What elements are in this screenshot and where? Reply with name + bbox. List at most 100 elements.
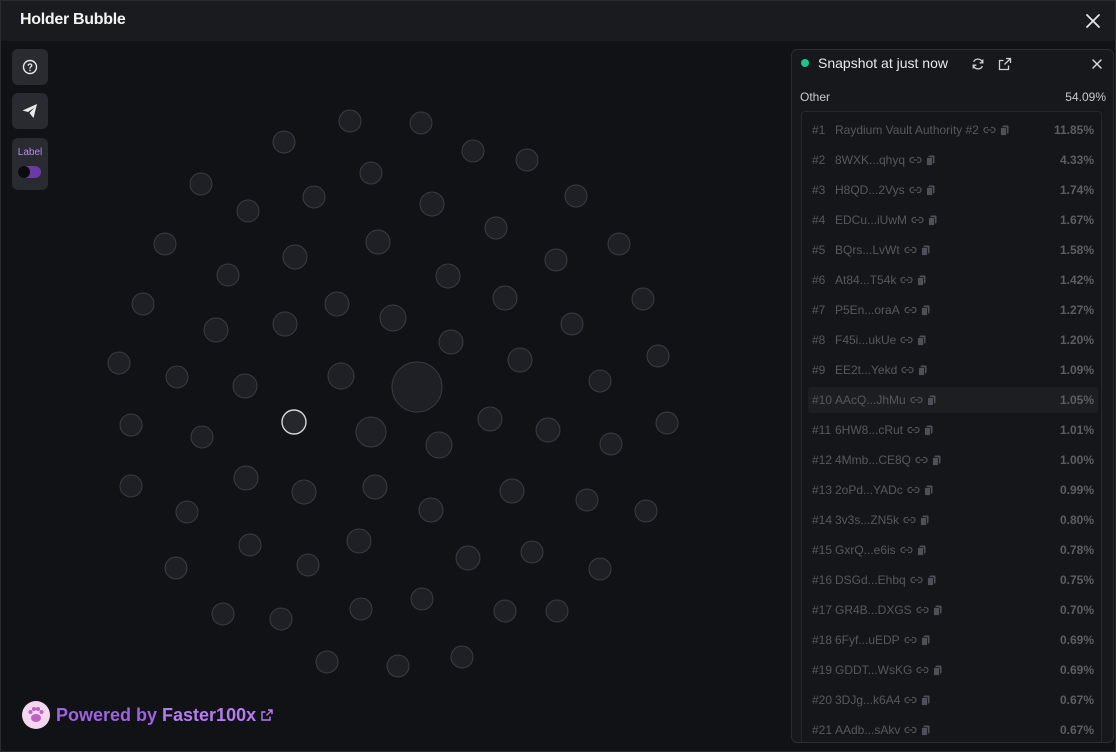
copy-icon[interactable] [932, 455, 941, 466]
copy-icon[interactable] [916, 545, 926, 556]
holder-bubble[interactable] [438, 329, 464, 355]
holder-bubble[interactable] [455, 545, 481, 571]
holder-bubble[interactable] [575, 488, 599, 512]
holder-bubble[interactable] [365, 229, 391, 255]
copy-icon[interactable] [932, 605, 942, 616]
copy-icon[interactable] [917, 275, 926, 286]
link-icon[interactable] [916, 665, 929, 675]
holder-bubble[interactable] [515, 148, 539, 172]
holder-row[interactable]: #20 3DJg...k6A4 0.67% [808, 687, 1098, 713]
holder-bubble[interactable] [281, 409, 307, 435]
holder-bubble[interactable] [493, 599, 517, 623]
holder-bubble[interactable] [302, 185, 326, 209]
copy-icon[interactable] [926, 575, 936, 586]
holder-bubble[interactable] [418, 497, 444, 523]
holder-row[interactable]: #16 DSGd...Ehbq 0.75% [808, 567, 1098, 593]
copy-icon[interactable] [933, 665, 942, 676]
holder-bubble[interactable] [646, 344, 670, 368]
holder-bubble[interactable] [119, 474, 143, 498]
holder-bubble[interactable] [410, 587, 434, 611]
copy-icon[interactable] [920, 305, 930, 316]
holder-bubble[interactable] [164, 556, 188, 580]
holder-bubble[interactable] [272, 130, 296, 154]
holder-bubble[interactable] [450, 645, 474, 669]
holder-bubble[interactable] [107, 351, 131, 375]
panel-close-icon[interactable] [1089, 56, 1105, 72]
holder-bubble[interactable] [203, 317, 229, 343]
holder-bubble[interactable] [359, 161, 383, 185]
holder-row[interactable]: #18 6Fyf...uEDP 0.69% [808, 627, 1098, 653]
holder-row[interactable]: #2 8WXK...qhyq 4.33% [808, 147, 1098, 173]
holder-row[interactable]: #14 3v3s...ZN5k 0.80% [808, 507, 1098, 533]
link-icon[interactable] [903, 515, 916, 525]
link-icon[interactable] [900, 275, 914, 285]
refresh-icon[interactable] [970, 56, 986, 72]
holder-bubble[interactable] [588, 369, 612, 393]
holder-bubble[interactable] [425, 431, 453, 459]
copy-icon[interactable] [923, 485, 933, 496]
copy-icon[interactable] [921, 725, 930, 736]
link-icon[interactable] [904, 725, 918, 735]
holder-bubble[interactable] [588, 557, 612, 581]
holder-bubble[interactable] [492, 285, 518, 311]
holder-row[interactable]: #7 P5En...oraA 1.27% [808, 297, 1098, 323]
copy-icon[interactable] [920, 515, 929, 526]
link-icon[interactable] [911, 215, 924, 225]
holder-bubble[interactable] [131, 292, 155, 316]
link-icon[interactable] [983, 125, 996, 135]
holder-bubble[interactable] [655, 411, 679, 435]
link-icon[interactable] [908, 185, 922, 195]
holder-bubble[interactable] [461, 139, 485, 163]
link-icon[interactable] [904, 635, 917, 645]
holder-row[interactable]: #4 EDCu...iUwM 1.67% [808, 207, 1098, 233]
holder-row[interactable]: #9 EE2t...Yekd 1.09% [808, 357, 1098, 383]
holder-row[interactable]: #13 2oPd...YADc 0.99% [808, 477, 1098, 503]
holder-bubble[interactable] [327, 362, 355, 390]
holder-bubble[interactable] [477, 406, 503, 432]
copy-icon[interactable] [924, 425, 933, 436]
holder-bubble[interactable] [291, 479, 317, 505]
link-icon[interactable] [907, 425, 920, 435]
holder-bubble[interactable] [379, 304, 407, 332]
holder-bubble[interactable] [545, 599, 569, 623]
holder-bubble[interactable] [386, 654, 410, 678]
holder-bubble[interactable] [435, 263, 461, 289]
holder-bubble[interactable] [484, 216, 508, 240]
copy-icon[interactable] [926, 155, 935, 166]
holder-bubble[interactable] [338, 109, 362, 133]
holder-bubble[interactable] [165, 365, 189, 389]
holder-bubble[interactable] [189, 172, 213, 196]
link-icon[interactable] [900, 545, 913, 555]
link-icon[interactable] [907, 485, 920, 495]
holder-bubble[interactable] [190, 425, 214, 449]
copy-icon[interactable] [928, 215, 937, 226]
open-external-icon[interactable] [997, 56, 1013, 72]
link-icon[interactable] [910, 575, 923, 585]
holder-bubble[interactable] [211, 602, 235, 626]
holder-bubble[interactable] [599, 432, 623, 456]
link-icon[interactable] [904, 245, 917, 255]
holder-bubble[interactable] [631, 287, 655, 311]
holder-row[interactable]: #6 At84...T54k 1.42% [808, 267, 1098, 293]
holder-bubble[interactable] [419, 191, 445, 217]
link-icon[interactable] [901, 365, 914, 375]
copy-icon[interactable] [921, 695, 930, 706]
holder-bubble[interactable] [236, 199, 260, 223]
holder-row[interactable]: #8 F45i...ukUe 1.20% [808, 327, 1098, 353]
copy-icon[interactable] [926, 395, 936, 406]
link-icon[interactable] [910, 395, 923, 405]
copy-icon[interactable] [917, 335, 926, 346]
copy-icon[interactable] [918, 365, 927, 376]
holder-bubble[interactable] [282, 244, 308, 270]
holder-row[interactable]: #17 GR4B...DXGS 0.70% [808, 597, 1098, 623]
holder-bubble[interactable] [315, 650, 339, 674]
holder-bubble[interactable] [238, 533, 262, 557]
holder-bubble[interactable] [272, 311, 298, 337]
holder-bubble[interactable] [269, 607, 293, 631]
holder-row[interactable]: #3 H8QD...2Vys 1.74% [808, 177, 1098, 203]
holder-row[interactable]: #15 GxrQ...e6is 0.78% [808, 537, 1098, 563]
holder-bubble[interactable] [216, 263, 240, 287]
holder-bubble[interactable] [507, 347, 533, 373]
copy-icon[interactable] [920, 245, 930, 256]
holder-bubble[interactable] [346, 528, 372, 554]
